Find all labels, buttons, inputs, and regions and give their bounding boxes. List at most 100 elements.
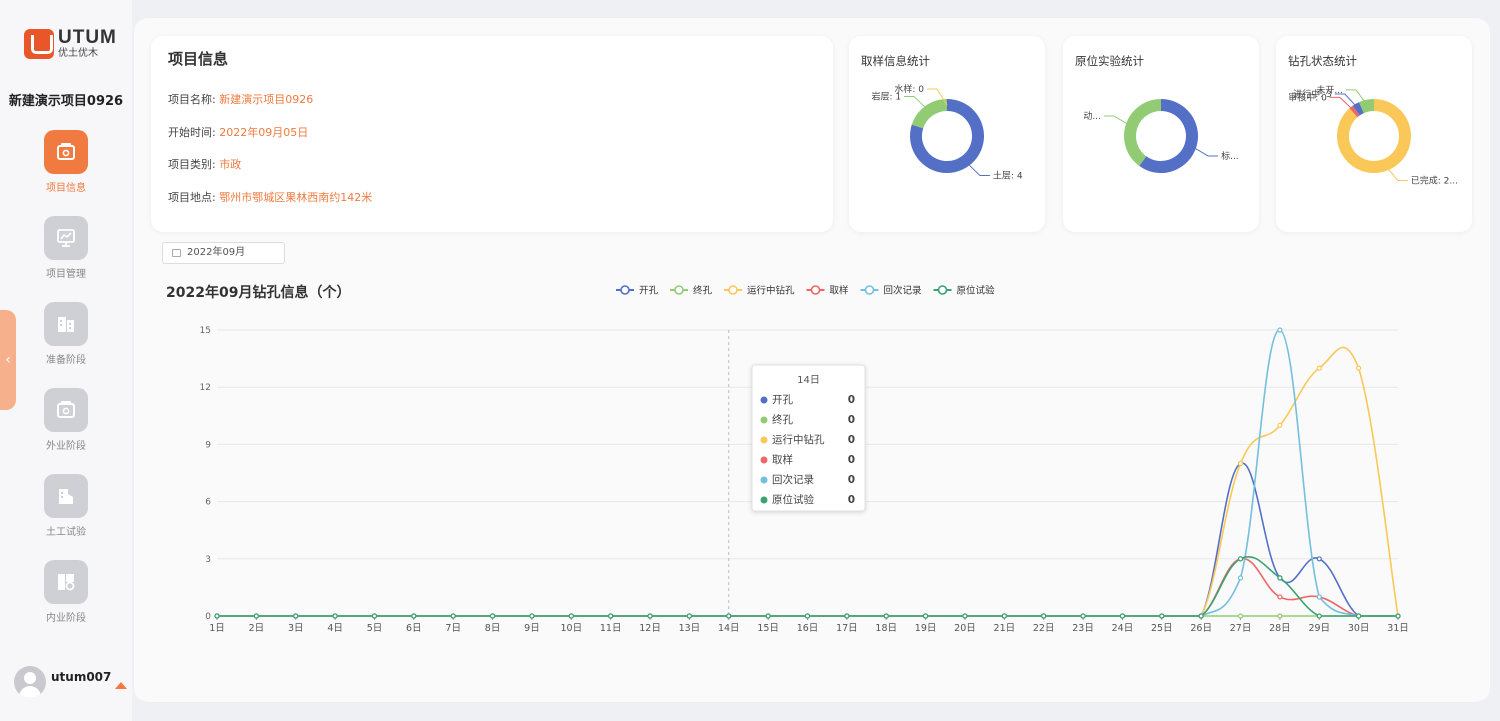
x-tick-label: 1日 bbox=[209, 623, 225, 634]
x-tick-label: 22日 bbox=[1033, 623, 1055, 634]
data-point[interactable] bbox=[765, 613, 771, 619]
data-point[interactable] bbox=[1080, 613, 1086, 619]
legend-label: 运行中钻孔 bbox=[747, 285, 795, 297]
nav-item-field-work[interactable]: 外业阶段 bbox=[0, 388, 132, 452]
data-point[interactable] bbox=[214, 613, 220, 619]
soil-test-icon bbox=[44, 474, 88, 518]
x-tick-label: 5日 bbox=[367, 623, 383, 634]
tooltip-marker bbox=[760, 496, 768, 504]
data-point[interactable] bbox=[1316, 613, 1322, 619]
legend-item[interactable]: 运行中钻孔 bbox=[724, 285, 795, 297]
data-point[interactable] bbox=[450, 613, 456, 619]
data-point[interactable] bbox=[804, 613, 811, 619]
y-tick-label: 0 bbox=[205, 612, 211, 622]
data-point[interactable] bbox=[1198, 613, 1204, 619]
data-point[interactable] bbox=[1237, 575, 1244, 581]
project-info-icon bbox=[44, 130, 88, 174]
data-point[interactable] bbox=[1237, 460, 1244, 467]
x-tick-label: 20日 bbox=[954, 623, 976, 634]
building-icon bbox=[44, 302, 88, 346]
data-point[interactable] bbox=[1277, 594, 1283, 600]
user-name: utum007 bbox=[51, 670, 112, 684]
chart-board-icon bbox=[44, 216, 88, 260]
nav-item-office-work[interactable]: 内业阶段 bbox=[0, 560, 132, 624]
data-point[interactable] bbox=[1237, 613, 1244, 619]
brand-name-cn: 优土优木 bbox=[58, 48, 98, 59]
data-point[interactable] bbox=[1316, 594, 1322, 600]
tooltip-series-name: 取样 bbox=[772, 453, 793, 466]
data-point[interactable] bbox=[686, 613, 693, 619]
legend-item[interactable]: 回次记录 bbox=[860, 285, 923, 297]
legend-item[interactable]: 开孔 bbox=[616, 285, 659, 297]
x-tick-label: 2日 bbox=[249, 623, 265, 634]
data-point[interactable] bbox=[962, 613, 968, 619]
data-point[interactable] bbox=[726, 613, 732, 619]
y-tick-label: 3 bbox=[205, 555, 211, 565]
tooltip-series-name: 回次记录 bbox=[772, 473, 814, 486]
data-point[interactable] bbox=[1277, 575, 1283, 581]
legend-item[interactable]: 取样 bbox=[806, 285, 849, 297]
x-tick-label: 8日 bbox=[485, 623, 501, 634]
series-line[interactable] bbox=[217, 556, 1398, 617]
data-point[interactable] bbox=[1277, 327, 1283, 333]
data-point[interactable] bbox=[1159, 613, 1165, 619]
data-point[interactable] bbox=[844, 613, 850, 619]
data-point[interactable] bbox=[411, 613, 417, 619]
data-point[interactable] bbox=[647, 613, 653, 619]
data-point[interactable] bbox=[1119, 613, 1126, 619]
main-panel: 项目信息 项目名称: 新建演示项目0926 开始时间: 2022年09月05日 … bbox=[134, 18, 1490, 702]
data-point[interactable] bbox=[1316, 365, 1322, 371]
nav-item-project-info[interactable]: 项目信息 bbox=[0, 130, 132, 194]
data-point[interactable] bbox=[883, 613, 889, 619]
data-point[interactable] bbox=[1237, 556, 1244, 562]
x-tick-label: 7日 bbox=[445, 623, 461, 634]
data-point[interactable] bbox=[1277, 613, 1283, 619]
brand-logo: UTUM 优土优木 bbox=[24, 28, 117, 59]
avatar bbox=[14, 666, 46, 698]
tooltip-marker bbox=[760, 476, 768, 484]
tooltip-marker bbox=[760, 416, 768, 424]
caret-up-icon[interactable] bbox=[115, 682, 128, 689]
data-point[interactable] bbox=[1316, 556, 1322, 562]
chart-tooltip: 14日开孔 0 终孔 0 运行中钻孔 0 取样 0 回次记录 0 原位试验 0 bbox=[751, 364, 866, 512]
y-tick-label: 12 bbox=[200, 383, 211, 393]
tooltip-value: 0 bbox=[848, 414, 855, 426]
data-point[interactable] bbox=[568, 613, 574, 619]
tooltip-series-name: 原位试验 bbox=[772, 493, 814, 506]
data-point[interactable] bbox=[332, 613, 338, 619]
tooltip-marker bbox=[760, 456, 768, 464]
data-point[interactable] bbox=[253, 613, 259, 619]
y-tick-label: 6 bbox=[205, 498, 211, 508]
data-point[interactable] bbox=[529, 613, 535, 619]
nav-item-project-management[interactable]: 项目管理 bbox=[0, 216, 132, 280]
nav-item-soil-test[interactable]: 土工试验 bbox=[0, 474, 132, 538]
data-point[interactable] bbox=[1356, 613, 1362, 619]
user-menu[interactable]: utum007 bbox=[14, 666, 128, 698]
nav-item-preparation[interactable]: 准备阶段 bbox=[0, 302, 132, 366]
x-tick-label: 19日 bbox=[915, 623, 937, 634]
data-point[interactable] bbox=[1001, 613, 1007, 619]
data-point[interactable] bbox=[489, 613, 496, 619]
legend-item[interactable]: 原位试验 bbox=[933, 285, 996, 297]
data-point[interactable] bbox=[608, 613, 614, 619]
x-tick-label: 9日 bbox=[524, 623, 540, 634]
x-tick-label: 16日 bbox=[797, 623, 819, 634]
nav-label: 项目管理 bbox=[46, 269, 86, 280]
sidebar-collapse-tab[interactable]: ‹ bbox=[0, 310, 16, 410]
tooltip-marker bbox=[760, 396, 768, 404]
x-tick-label: 26日 bbox=[1190, 623, 1212, 634]
data-point[interactable] bbox=[293, 613, 299, 619]
data-point[interactable] bbox=[1041, 613, 1047, 619]
tooltip-series-name: 终孔 bbox=[772, 413, 793, 426]
data-point[interactable] bbox=[1395, 613, 1401, 619]
data-point[interactable] bbox=[1277, 422, 1283, 428]
x-tick-label: 4日 bbox=[327, 623, 343, 634]
nav-label: 土工试验 bbox=[46, 527, 86, 538]
x-tick-label: 12日 bbox=[639, 623, 661, 634]
data-point[interactable] bbox=[922, 613, 929, 619]
legend-item[interactable]: 终孔 bbox=[670, 285, 713, 297]
data-point[interactable] bbox=[1356, 365, 1362, 371]
x-tick-label: 13日 bbox=[679, 623, 701, 634]
data-point[interactable] bbox=[371, 613, 378, 619]
legend-label: 取样 bbox=[830, 285, 849, 297]
